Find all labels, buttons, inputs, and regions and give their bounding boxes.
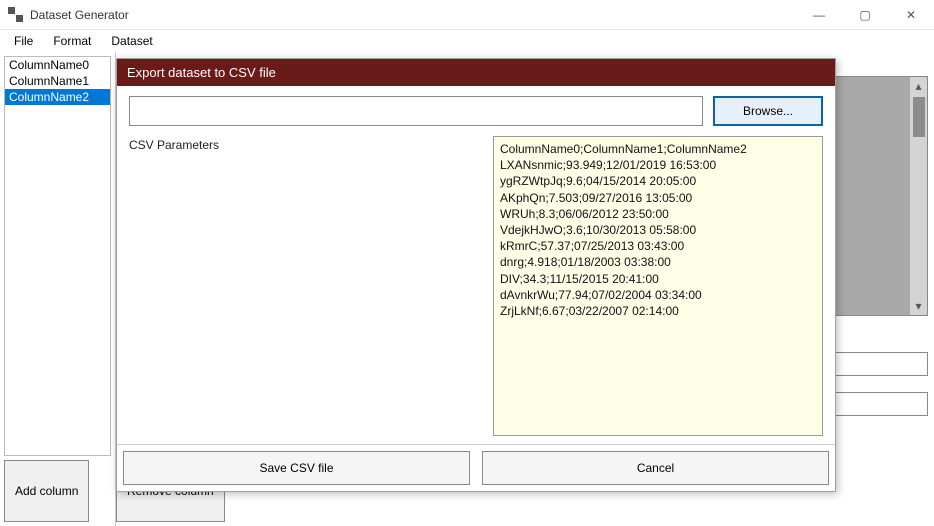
menubar: File Format Dataset — [0, 30, 934, 52]
csv-preview-textarea[interactable]: ColumnName0;ColumnName1;ColumnName2 LXAN… — [493, 136, 823, 436]
save-csv-button[interactable]: Save CSV file — [123, 451, 470, 485]
scroll-up-icon[interactable]: ▴ — [910, 77, 927, 95]
column-item[interactable]: ColumnName2 — [5, 89, 110, 105]
dialog-body: Browse... CSV Parameters ColumnName0;Col… — [117, 86, 835, 444]
column-list[interactable]: ColumnName0 ColumnName1 ColumnName2 — [4, 56, 111, 456]
dialog-title: Export dataset to CSV file — [117, 59, 835, 86]
left-buttons: Add column — [0, 456, 115, 526]
preview-scrollbar[interactable]: ▴ ▾ — [909, 77, 927, 315]
window-title: Dataset Generator — [30, 8, 796, 22]
menu-file[interactable]: File — [6, 32, 41, 50]
csv-parameters-label: CSV Parameters — [129, 136, 479, 436]
app-icon — [8, 7, 24, 23]
close-button[interactable]: ✕ — [888, 0, 934, 29]
column-item[interactable]: ColumnName1 — [5, 73, 110, 89]
browse-button[interactable]: Browse... — [713, 96, 823, 126]
csv-path-input[interactable] — [129, 96, 703, 126]
path-row: Browse... — [129, 96, 823, 126]
scroll-down-icon[interactable]: ▾ — [910, 297, 927, 315]
minimize-button[interactable]: — — [796, 0, 842, 29]
left-pane: ColumnName0 ColumnName1 ColumnName2 Add … — [0, 52, 116, 526]
params-row: CSV Parameters ColumnName0;ColumnName1;C… — [129, 136, 823, 436]
menu-dataset[interactable]: Dataset — [103, 32, 160, 50]
add-column-button[interactable]: Add column — [4, 460, 89, 522]
column-item[interactable]: ColumnName0 — [5, 57, 110, 73]
window-controls: — ▢ ✕ — [796, 0, 934, 29]
menu-format[interactable]: Format — [45, 32, 99, 50]
maximize-button[interactable]: ▢ — [842, 0, 888, 29]
export-dialog: Export dataset to CSV file Browse... CSV… — [116, 58, 836, 492]
dialog-buttons: Save CSV file Cancel — [117, 444, 835, 491]
titlebar: Dataset Generator — ▢ ✕ — [0, 0, 934, 30]
cancel-button[interactable]: Cancel — [482, 451, 829, 485]
scroll-thumb[interactable] — [913, 97, 925, 137]
